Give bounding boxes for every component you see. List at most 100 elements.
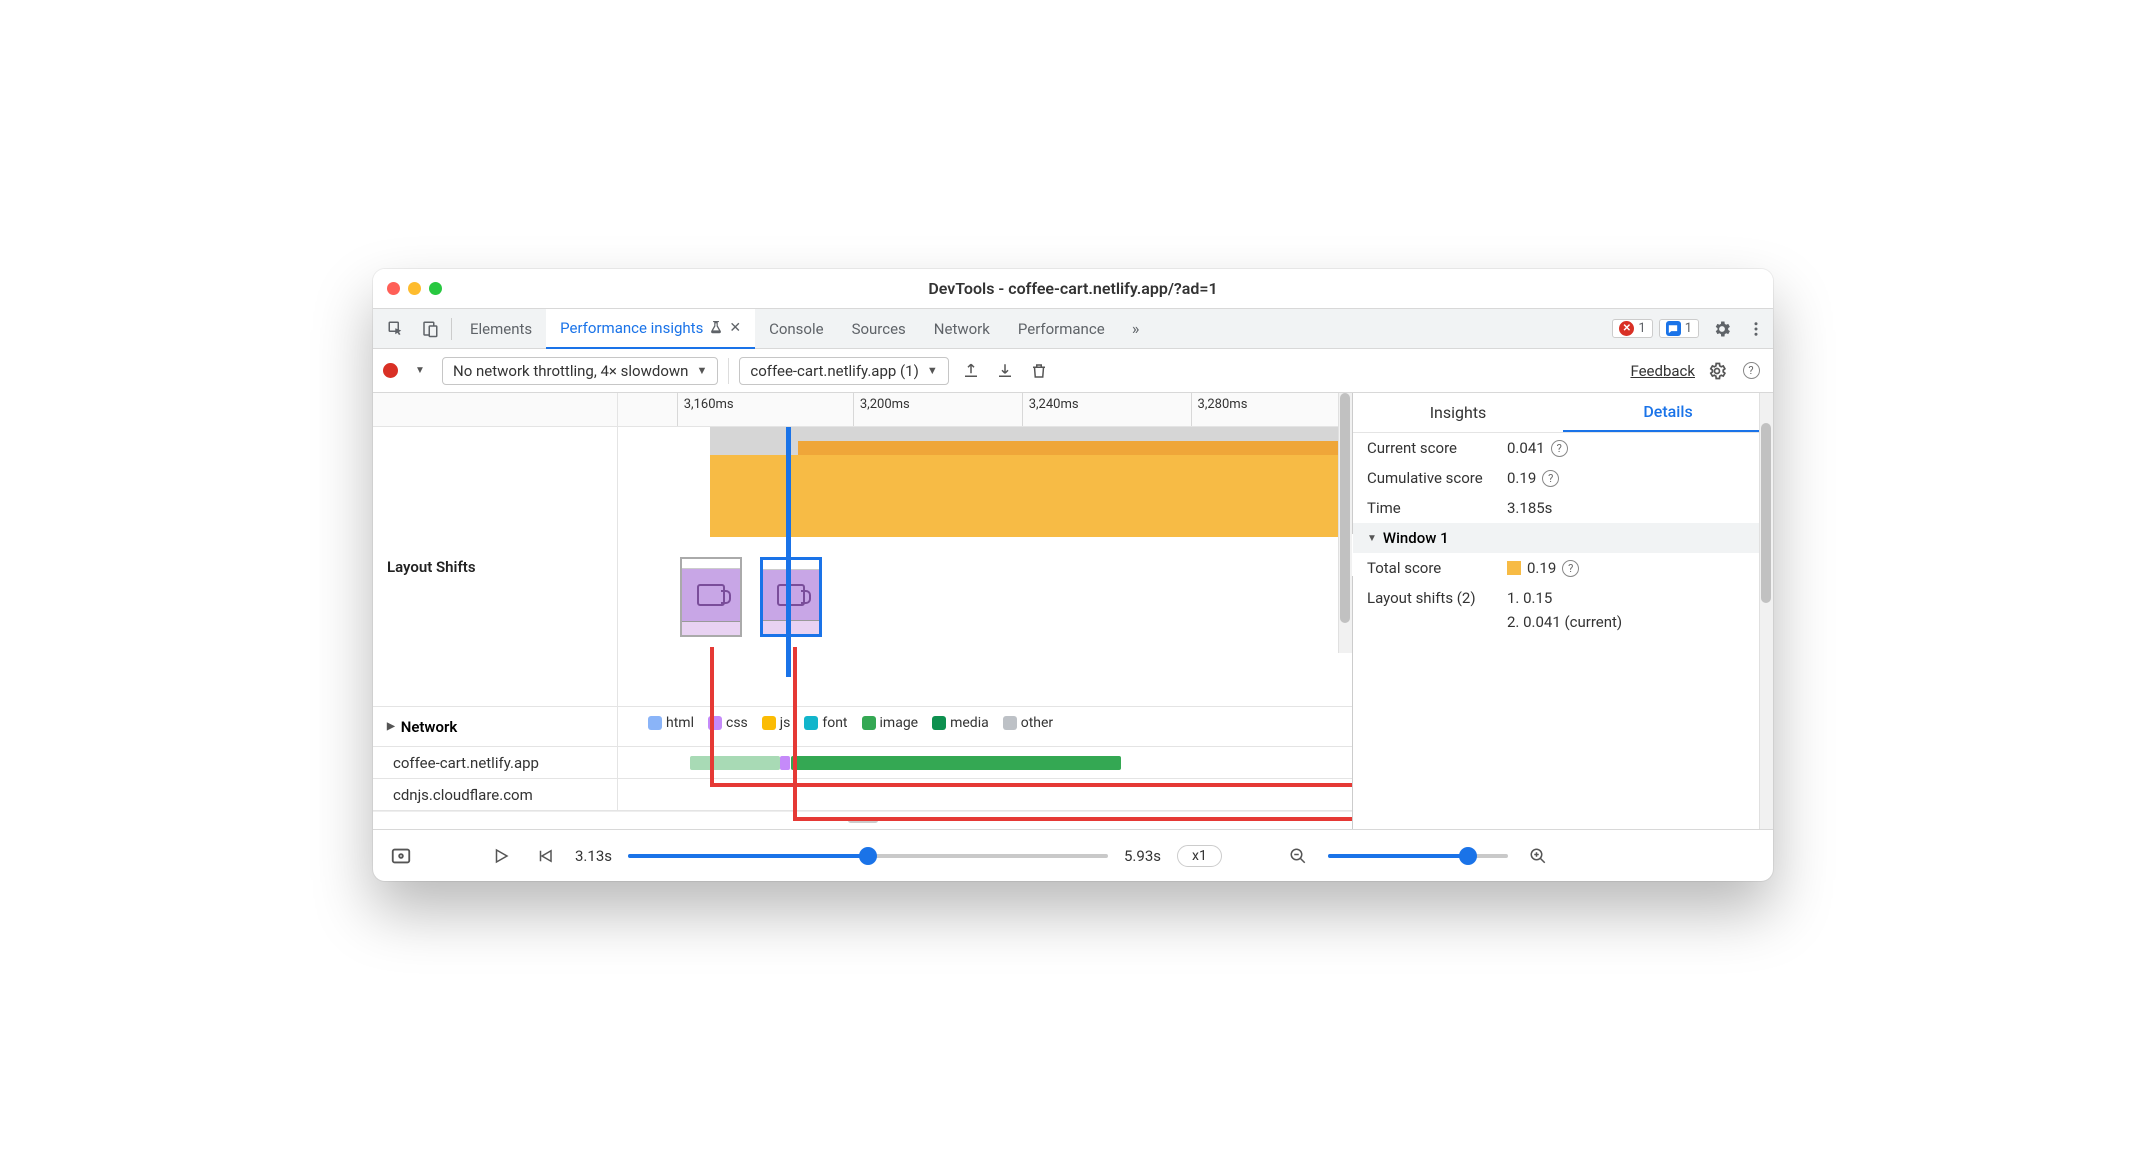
playhead-marker[interactable] xyxy=(786,427,791,677)
import-icon[interactable] xyxy=(993,359,1017,383)
flame-chart[interactable] xyxy=(710,427,1352,537)
tab-elements[interactable]: Elements xyxy=(456,309,546,349)
time-start: 3.13s xyxy=(575,847,612,865)
play-icon[interactable] xyxy=(487,842,515,870)
ruler-tick: 3,280ms xyxy=(1191,393,1248,426)
legend-item: html xyxy=(648,715,694,731)
tab-performance-insights[interactable]: Performance insights ✕ xyxy=(546,309,755,349)
experiment-icon xyxy=(709,321,723,335)
main-split: 3,160ms 3,200ms 3,240ms 3,280ms Layout S… xyxy=(373,393,1773,829)
shift-item-1[interactable]: 1. 0.15 xyxy=(1507,589,1552,607)
help-icon[interactable]: ? xyxy=(1739,359,1763,383)
ruler-tick: 3,240ms xyxy=(1022,393,1079,426)
layout-shifts-track[interactable] xyxy=(618,427,1352,706)
time-slider[interactable] xyxy=(628,854,1108,858)
host-label: coffee-cart.netlify.app xyxy=(373,747,618,778)
legend-item: image xyxy=(862,715,919,731)
toggle-visibility-icon[interactable] xyxy=(387,842,415,870)
titlebar: DevTools - coffee-cart.netlify.app/?ad=1 xyxy=(373,269,1773,309)
scrollbar[interactable] xyxy=(1759,393,1773,829)
tab-sources[interactable]: Sources xyxy=(838,309,920,349)
close-tab-icon[interactable]: ✕ xyxy=(729,320,741,336)
severity-swatch xyxy=(1507,561,1521,575)
ruler-gutter xyxy=(373,393,618,426)
feedback-link[interactable]: Feedback xyxy=(1630,362,1695,380)
window-title: DevTools - coffee-cart.netlify.app/?ad=1 xyxy=(373,279,1773,298)
network-row[interactable]: Network html css js font image media oth… xyxy=(373,707,1352,747)
kv-cumulative-score: Cumulative score 0.19? xyxy=(1353,463,1773,493)
help-icon[interactable]: ? xyxy=(1551,440,1568,457)
target-select[interactable]: coffee-cart.netlify.app (1) ▼ xyxy=(739,357,948,385)
maximize-window-button[interactable] xyxy=(429,282,442,295)
throttling-select[interactable]: No network throttling, 4× slowdown ▼ xyxy=(442,357,718,385)
ruler-ticks: 3,160ms 3,200ms 3,240ms 3,280ms xyxy=(618,393,1352,426)
kv-label: Current score xyxy=(1367,439,1497,457)
playback-footer: 3.13s 5.93s x1 xyxy=(373,829,1773,881)
tab-details[interactable]: Details xyxy=(1563,393,1773,432)
tab-insights[interactable]: Insights xyxy=(1353,393,1563,432)
close-window-button[interactable] xyxy=(387,282,400,295)
tab-performance[interactable]: Performance xyxy=(1004,309,1119,349)
request-bar[interactable] xyxy=(780,756,790,770)
legend-item: media xyxy=(932,715,989,731)
tab-network[interactable]: Network xyxy=(920,309,1004,349)
window-section-header[interactable]: Window 1 xyxy=(1353,523,1773,553)
layout-shifts-label: Layout Shifts xyxy=(373,427,618,706)
shift-thumbnails xyxy=(680,557,822,637)
host-label: cdnjs.cloudflare.com xyxy=(373,779,618,810)
message-badge[interactable]: 1 xyxy=(1659,319,1699,338)
error-badge[interactable]: ✕ 1 xyxy=(1612,319,1652,338)
zoom-out-icon[interactable] xyxy=(1284,842,1312,870)
kv-label: Layout shifts (2) xyxy=(1367,589,1497,607)
kv-time: Time 3.185s xyxy=(1353,493,1773,523)
skip-back-icon[interactable] xyxy=(531,842,559,870)
kv-total-score: Total score 0.19? xyxy=(1353,553,1773,583)
network-label: Network xyxy=(373,707,618,746)
kv-label: Time xyxy=(1367,499,1497,517)
settings-icon[interactable] xyxy=(1705,312,1739,346)
error-count: 1 xyxy=(1638,321,1645,336)
network-legend: html css js font image media other xyxy=(618,707,1352,739)
shift-item-2[interactable]: 2. 0.041 (current) xyxy=(1507,613,1622,631)
shift-thumbnail-2-selected[interactable] xyxy=(760,557,822,637)
flame-segment[interactable] xyxy=(798,441,1352,537)
speed-button[interactable]: x1 xyxy=(1177,845,1222,867)
host-track-1[interactable] xyxy=(618,747,1352,778)
record-button[interactable] xyxy=(383,363,398,378)
ruler-tick: 3,160ms xyxy=(677,393,734,426)
request-bar[interactable] xyxy=(791,756,1121,770)
delete-icon[interactable] xyxy=(1027,359,1051,383)
kv-value: 0.041 xyxy=(1507,439,1545,457)
record-menu-chevron-icon[interactable]: ▼ xyxy=(408,359,432,383)
target-value: coffee-cart.netlify.app (1) xyxy=(750,362,918,380)
annotation-line xyxy=(710,783,1353,787)
kv-value: 3.185s xyxy=(1507,499,1552,517)
device-toggle-icon[interactable] xyxy=(413,312,447,346)
zoom-slider[interactable] xyxy=(1328,854,1508,858)
more-tabs-icon[interactable]: » xyxy=(1119,312,1153,346)
scrollbar[interactable] xyxy=(1338,393,1352,653)
message-icon xyxy=(1666,321,1681,336)
legend-item: font xyxy=(804,715,847,731)
time-ruler[interactable]: 3,160ms 3,200ms 3,240ms 3,280ms xyxy=(373,393,1352,427)
main-tabstrip: Elements Performance insights ✕ Console … xyxy=(373,309,1773,349)
request-bar[interactable] xyxy=(690,756,780,770)
tab-console[interactable]: Console xyxy=(755,309,838,349)
zoom-in-icon[interactable] xyxy=(1524,842,1552,870)
message-count: 1 xyxy=(1685,321,1692,336)
help-icon[interactable]: ? xyxy=(1542,470,1559,487)
kv-label: Total score xyxy=(1367,559,1497,577)
minimize-window-button[interactable] xyxy=(408,282,421,295)
shift-thumbnail-1[interactable] xyxy=(680,557,742,637)
inspect-icon[interactable] xyxy=(379,312,413,346)
error-icon: ✕ xyxy=(1619,321,1634,336)
help-icon[interactable]: ? xyxy=(1562,560,1579,577)
kv-label: Cumulative score xyxy=(1367,469,1497,487)
kebab-menu-icon[interactable] xyxy=(1739,312,1773,346)
export-icon[interactable] xyxy=(959,359,983,383)
legend-item: js xyxy=(762,715,791,731)
kv-value: 0.19 xyxy=(1527,559,1556,577)
panel-settings-icon[interactable] xyxy=(1705,359,1729,383)
divider xyxy=(728,358,729,384)
details-pane: 〉 Insights Details Current score 0.041? … xyxy=(1353,393,1773,829)
